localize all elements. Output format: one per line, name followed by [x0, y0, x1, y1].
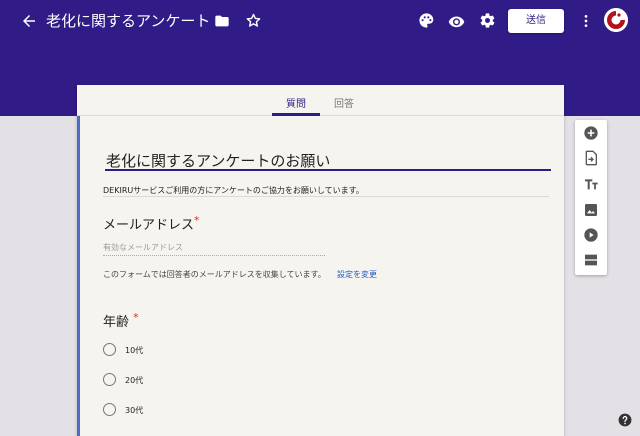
form-document-title[interactable]: 老化に関するアンケート: [46, 10, 210, 32]
import-questions-icon[interactable]: [583, 150, 599, 166]
more-vert-icon[interactable]: [578, 12, 594, 30]
required-mark: *: [194, 214, 200, 227]
add-title-icon[interactable]: [583, 176, 599, 192]
avatar[interactable]: [604, 8, 628, 32]
change-settings-link[interactable]: 設定を変更: [337, 269, 377, 280]
palette-icon[interactable]: [418, 12, 435, 29]
eye-icon[interactable]: [448, 13, 465, 30]
form-editor: 老化に関するアンケートのお願い DEKIRUサービスご利用の方にアンケートのご協…: [77, 116, 564, 436]
folder-icon[interactable]: [214, 13, 230, 29]
title-underline: [105, 169, 551, 171]
option-label: 30代: [125, 406, 144, 415]
add-video-icon[interactable]: [583, 227, 599, 243]
email-question-label: メールアドレス*: [103, 214, 200, 233]
description-underline: [103, 196, 549, 197]
form-description[interactable]: DEKIRUサービスご利用の方にアンケートのご協力をお願いしています。: [103, 185, 364, 196]
email-field[interactable]: [103, 240, 325, 256]
star-icon[interactable]: [245, 12, 262, 29]
gear-icon[interactable]: [479, 12, 496, 29]
email-label-text: メールアドレス: [103, 218, 195, 233]
back-arrow-icon[interactable]: [20, 12, 38, 30]
radio-button[interactable]: [103, 373, 116, 386]
required-mark: *: [133, 311, 139, 324]
question-toolbar: [575, 120, 607, 275]
send-button[interactable]: 送信: [508, 9, 564, 33]
email-collection-note: このフォームでは回答者のメールアドレスを収集しています。: [103, 270, 326, 279]
form-card: 質問 回答 老化に関するアンケートのお願い DEKIRUサービスご利用の方にアン…: [77, 85, 564, 436]
age-label-text: 年齢: [103, 315, 130, 330]
tab-questions[interactable]: 質問: [272, 95, 320, 110]
radio-button[interactable]: [103, 343, 116, 356]
option-label: 20代: [125, 376, 144, 385]
option-label: 10代: [125, 346, 144, 355]
add-section-icon[interactable]: [583, 252, 599, 268]
tab-bar: 質問 回答: [77, 85, 564, 116]
radio-button[interactable]: [103, 403, 116, 416]
age-question-label: 年齢 *: [103, 311, 139, 330]
add-image-icon[interactable]: [583, 202, 599, 218]
help-icon[interactable]: [618, 413, 632, 427]
add-question-icon[interactable]: [583, 125, 599, 141]
tab-answers[interactable]: 回答: [320, 95, 368, 110]
form-title[interactable]: 老化に関するアンケートのお願い: [106, 150, 330, 171]
avatar-logo-icon: [604, 8, 628, 32]
